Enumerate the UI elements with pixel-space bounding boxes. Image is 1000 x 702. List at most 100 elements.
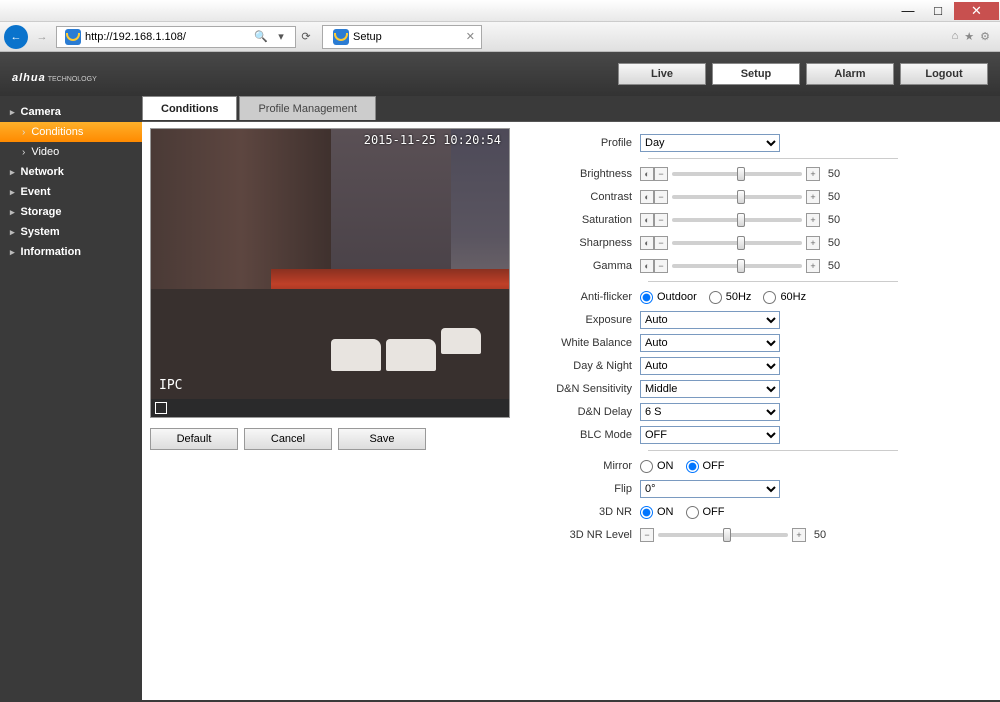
antiflicker-50hz[interactable]: 50Hz <box>709 291 752 304</box>
tab-profile-mgmt[interactable]: Profile Management <box>239 96 375 120</box>
slider-label: Contrast <box>540 191 640 203</box>
plus-icon[interactable]: + <box>806 213 820 227</box>
default-button[interactable]: Default <box>150 428 238 450</box>
slider-minus-icon[interactable]: ◐ <box>640 167 654 181</box>
refresh-button[interactable]: ⟳ <box>296 30 316 43</box>
plus-icon[interactable]: + <box>806 190 820 204</box>
sidebar-item-system[interactable]: System <box>0 222 142 242</box>
profile-select[interactable]: Day <box>640 134 780 152</box>
slider-value: 50 <box>824 168 844 180</box>
slider-track[interactable] <box>672 172 802 176</box>
home-icon[interactable]: ⌂ <box>952 30 959 43</box>
url-input[interactable] <box>85 31 251 43</box>
sidebar-sub-conditions[interactable]: Conditions <box>0 122 142 142</box>
antiflicker-outdoor[interactable]: Outdoor <box>640 291 697 304</box>
nav-live[interactable]: Live <box>618 63 706 85</box>
dndelay-select[interactable]: 6 S <box>640 403 780 421</box>
slider-value: 50 <box>824 191 844 203</box>
slider-label: Saturation <box>540 214 640 226</box>
sidebar-sub-video[interactable]: Video <box>0 142 142 162</box>
slider-minus-icon[interactable]: ◐ <box>640 236 654 250</box>
video-preview: 2015-11-25 10:20:54 IPC <box>150 128 510 418</box>
ie-icon <box>333 29 349 45</box>
sidebar-item-storage[interactable]: Storage <box>0 202 142 222</box>
slider-track[interactable] <box>672 218 802 222</box>
nrlevel-value: 50 <box>810 529 830 541</box>
search-icon[interactable]: 🔍 <box>251 30 271 43</box>
nrlevel-label: 3D NR Level <box>540 529 640 541</box>
tab-close-icon[interactable]: ✕ <box>466 30 475 43</box>
nr-off[interactable]: OFF <box>686 506 725 519</box>
osd-watermark: IPC <box>159 378 182 393</box>
brand-logo: alhuaTECHNOLOGY <box>12 61 97 87</box>
profile-label: Profile <box>540 137 640 149</box>
browser-tab[interactable]: Setup ✕ <box>322 25 482 49</box>
sidebar-item-camera[interactable]: Camera <box>0 102 142 122</box>
slider-value: 50 <box>824 237 844 249</box>
plus-icon[interactable]: + <box>806 167 820 181</box>
plus-icon[interactable]: + <box>792 528 806 542</box>
maximize-button[interactable]: □ <box>924 2 952 20</box>
nr-label: 3D NR <box>540 506 640 518</box>
browser-toolbar: ← → 🔍 ▾ ⟳ Setup ✕ ⌂ ★ ⚙ <box>0 22 1000 52</box>
mirror-on[interactable]: ON <box>640 460 674 473</box>
minus-icon[interactable]: − <box>654 259 668 273</box>
sidebar: Camera Conditions Video Network Event St… <box>0 96 142 702</box>
cancel-button[interactable]: Cancel <box>244 428 332 450</box>
window-titlebar: — □ ✕ <box>0 0 1000 22</box>
slider-minus-icon[interactable]: ◐ <box>640 259 654 273</box>
daynight-label: Day & Night <box>540 360 640 372</box>
slider-track[interactable] <box>672 264 802 268</box>
slider-label: Brightness <box>540 168 640 180</box>
slider-track[interactable] <box>672 195 802 199</box>
minus-icon[interactable]: − <box>654 190 668 204</box>
fullscreen-icon[interactable] <box>155 402 167 414</box>
flip-select[interactable]: 0° <box>640 480 780 498</box>
tab-conditions[interactable]: Conditions <box>142 96 237 120</box>
app-header: alhuaTECHNOLOGY Live Setup Alarm Logout <box>0 52 1000 96</box>
plus-icon[interactable]: + <box>806 236 820 250</box>
minimize-button[interactable]: — <box>894 2 922 20</box>
slider-minus-icon[interactable]: ◐ <box>640 213 654 227</box>
forward-button[interactable]: → <box>30 25 54 49</box>
antiflicker-label: Anti-flicker <box>540 291 640 303</box>
tab-title: Setup <box>353 31 382 43</box>
address-bar[interactable]: 🔍 ▾ <box>56 26 296 48</box>
sidebar-item-event[interactable]: Event <box>0 182 142 202</box>
blc-select[interactable]: OFF <box>640 426 780 444</box>
sidebar-item-network[interactable]: Network <box>0 162 142 182</box>
mirror-label: Mirror <box>540 460 640 472</box>
plus-icon[interactable]: + <box>806 259 820 273</box>
blc-label: BLC Mode <box>540 429 640 441</box>
slider-value: 50 <box>824 260 844 272</box>
tools-icon[interactable]: ⚙ <box>980 30 990 43</box>
nav-logout[interactable]: Logout <box>900 63 988 85</box>
back-button[interactable]: ← <box>4 25 28 49</box>
nr-on[interactable]: ON <box>640 506 674 519</box>
nav-alarm[interactable]: Alarm <box>806 63 894 85</box>
minus-icon[interactable]: − <box>654 167 668 181</box>
exposure-select[interactable]: Auto <box>640 311 780 329</box>
dnsens-select[interactable]: Middle <box>640 380 780 398</box>
slider-label: Gamma <box>540 260 640 272</box>
nrlevel-slider[interactable] <box>658 533 788 537</box>
minus-icon[interactable]: − <box>640 528 654 542</box>
slider-minus-icon[interactable]: ◐ <box>640 190 654 204</box>
nav-setup[interactable]: Setup <box>712 63 800 85</box>
slider-track[interactable] <box>672 241 802 245</box>
dndelay-label: D&N Delay <box>540 406 640 418</box>
dropdown-icon[interactable]: ▾ <box>271 30 291 43</box>
wb-label: White Balance <box>540 337 640 349</box>
antiflicker-60hz[interactable]: 60Hz <box>763 291 806 304</box>
save-button[interactable]: Save <box>338 428 426 450</box>
close-button[interactable]: ✕ <box>954 2 999 20</box>
sidebar-item-information[interactable]: Information <box>0 242 142 262</box>
mirror-off[interactable]: OFF <box>686 460 725 473</box>
minus-icon[interactable]: − <box>654 213 668 227</box>
ie-icon <box>65 29 81 45</box>
daynight-select[interactable]: Auto <box>640 357 780 375</box>
minus-icon[interactable]: − <box>654 236 668 250</box>
dnsens-label: D&N Sensitivity <box>540 383 640 395</box>
favorites-icon[interactable]: ★ <box>964 30 974 43</box>
wb-select[interactable]: Auto <box>640 334 780 352</box>
